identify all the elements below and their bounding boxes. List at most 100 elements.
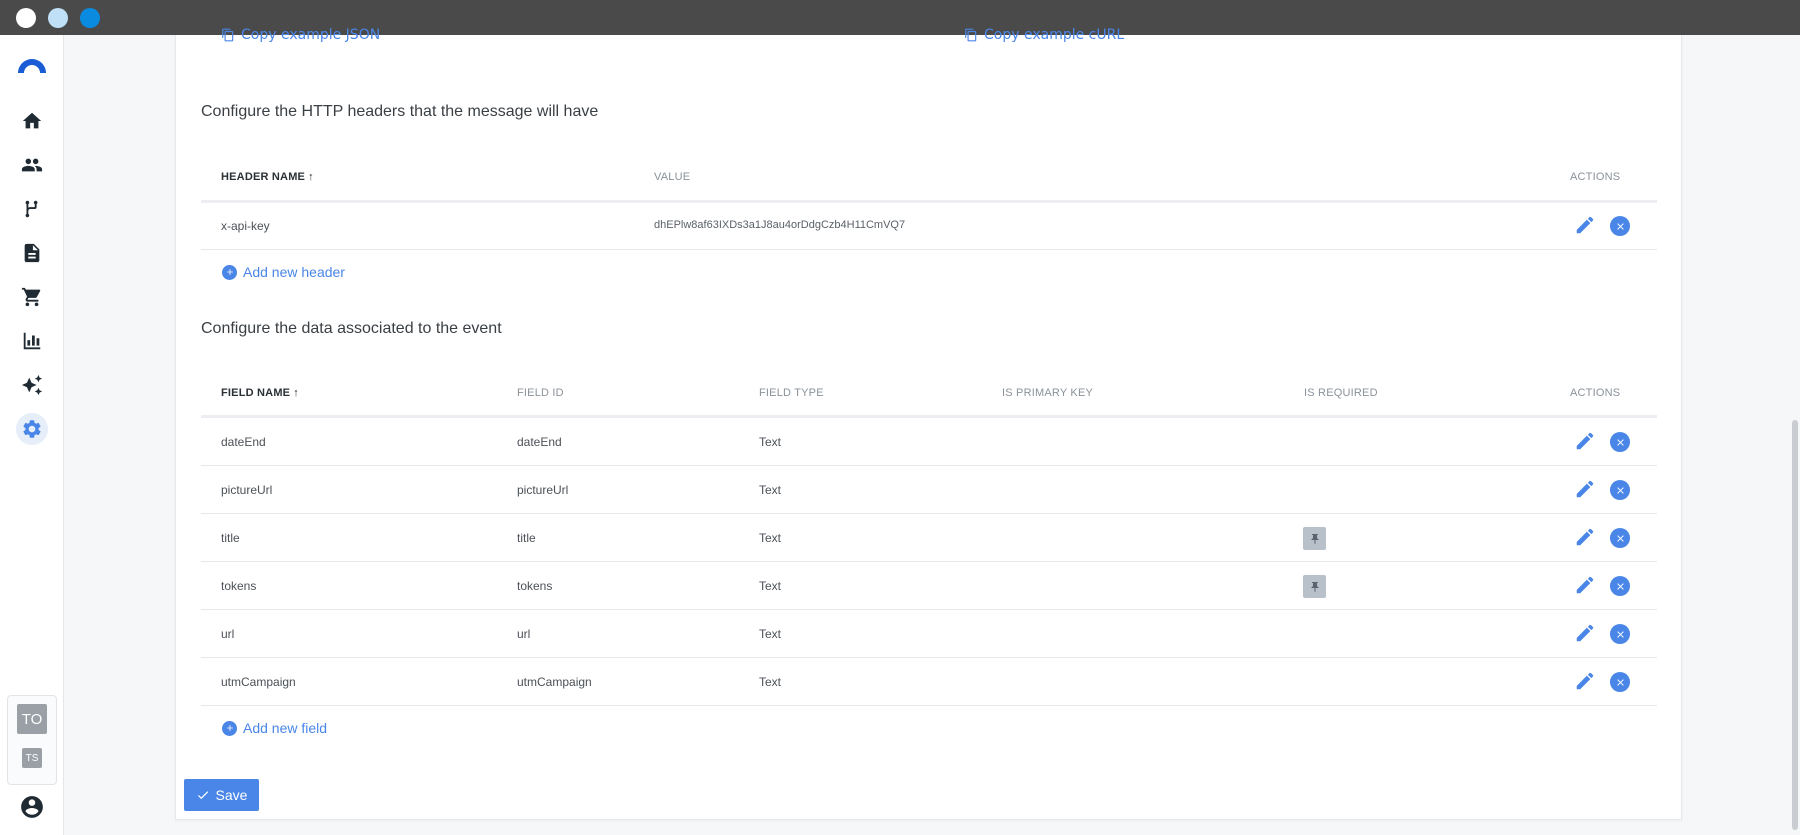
save-button-label: Save [215, 787, 248, 803]
pencil-icon [1576, 576, 1594, 594]
header-actions-column: ACTIONS [1570, 171, 1621, 183]
required-pin-badge[interactable] [1303, 527, 1326, 550]
add-header-label: Add new header [243, 264, 345, 280]
add-circle-icon [222, 720, 237, 736]
delete-field-button[interactable] [1610, 624, 1630, 644]
table-row-divider [201, 513, 1657, 514]
field-row-type: Text [759, 435, 782, 449]
app-logo[interactable] [16, 55, 48, 75]
close-icon [1616, 534, 1624, 542]
copy-icon [222, 28, 234, 42]
delete-header-button[interactable] [1610, 216, 1630, 236]
field-name-column-label: FIELD NAME [221, 387, 291, 399]
header-value-column: VALUE [654, 171, 691, 183]
required-column: IS REQUIRED [1304, 387, 1378, 399]
field-row-id: dateEnd [517, 435, 562, 449]
sidebar-item-people[interactable] [16, 149, 48, 181]
field-row-type: Text [759, 579, 782, 593]
delete-field-button[interactable] [1610, 576, 1630, 596]
headers-row-divider [201, 249, 1657, 250]
headers-section-title: Configure the HTTP headers that the mess… [201, 103, 599, 120]
flow-icon [25, 200, 38, 218]
copy-json-label: Copy example JSON [241, 27, 381, 43]
sidebar-item-analytics[interactable] [16, 325, 48, 357]
close-icon [1616, 486, 1624, 494]
home-icon [22, 112, 42, 129]
save-button[interactable]: Save [184, 779, 259, 811]
pencil-icon [1576, 432, 1594, 450]
webhook-config-card: Copy example JSON Copy example cURL Conf… [175, 27, 1682, 820]
check-icon [197, 791, 208, 800]
field-row-name: dateEnd [221, 435, 266, 449]
window-close-button[interactable] [16, 8, 36, 28]
gear-icon [23, 420, 41, 438]
close-icon [1616, 630, 1624, 638]
header-name-column[interactable]: HEADER NAME ↑ [221, 171, 314, 183]
sort-asc-icon: ↑ [308, 171, 314, 183]
sidebar-item-flows[interactable] [16, 193, 48, 225]
primary-key-column: IS PRIMARY KEY [1002, 387, 1094, 399]
field-type-column: FIELD TYPE [759, 387, 824, 399]
delete-field-button[interactable] [1610, 432, 1630, 452]
field-actions-column: ACTIONS [1570, 387, 1621, 399]
edit-field-button[interactable] [1574, 574, 1598, 598]
header-name-column-label: HEADER NAME [221, 171, 306, 183]
pencil-icon [1576, 216, 1594, 234]
sidebar-item-ai[interactable] [16, 369, 48, 401]
copy-curl-label: Copy example cURL [984, 27, 1125, 43]
field-id-column: FIELD ID [517, 387, 564, 399]
user-account-icon[interactable] [19, 794, 45, 820]
account-primary[interactable]: TO [17, 704, 47, 734]
field-row-name: utmCampaign [221, 675, 296, 689]
people-icon [21, 158, 43, 172]
edit-field-button[interactable] [1574, 430, 1598, 454]
edit-field-button[interactable] [1574, 670, 1598, 694]
add-field-button[interactable]: Add new field [222, 720, 327, 736]
account-secondary[interactable]: TS [22, 748, 42, 768]
copy-curl-link[interactable]: Copy example cURL [964, 27, 1124, 43]
copy-icon [965, 28, 977, 42]
page-scrollbar[interactable] [1792, 420, 1798, 830]
required-pin-badge[interactable] [1303, 575, 1326, 598]
field-name-column[interactable]: FIELD NAME ↑ [221, 387, 299, 399]
pencil-icon [1576, 480, 1594, 498]
close-icon [1616, 582, 1624, 590]
window-maximize-button[interactable] [80, 8, 100, 28]
sidebar-item-documents[interactable] [16, 237, 48, 269]
sidebar-item-settings[interactable] [16, 413, 48, 445]
table-row-divider [201, 561, 1657, 562]
add-circle-icon [222, 264, 237, 280]
edit-field-button[interactable] [1574, 526, 1598, 550]
delete-field-button[interactable] [1610, 672, 1630, 692]
field-row-name: title [221, 531, 240, 545]
header-row-value: dhEPlw8af63IXDs3a1J8au4orDdgCzb4H11CmVQ7 [654, 219, 906, 231]
field-row-type: Text [759, 627, 782, 641]
pin-icon [1311, 581, 1318, 592]
add-header-button[interactable]: Add new header [222, 264, 345, 280]
cart-icon [21, 287, 41, 307]
close-icon [1616, 222, 1624, 230]
edit-field-button[interactable] [1574, 622, 1598, 646]
edit-field-button[interactable] [1574, 478, 1598, 502]
field-row-id: tokens [517, 579, 553, 593]
window-minimize-button[interactable] [48, 8, 68, 28]
table-row-divider [201, 705, 1657, 706]
field-row-type: Text [759, 531, 782, 545]
copy-json-link[interactable]: Copy example JSON [221, 27, 380, 43]
table-row-divider [201, 657, 1657, 658]
sparkle-icon [21, 374, 43, 396]
delete-field-button[interactable] [1610, 480, 1630, 500]
field-row-type: Text [759, 483, 782, 497]
close-icon [1616, 438, 1624, 446]
sidebar-item-home[interactable] [16, 105, 48, 137]
edit-header-button[interactable] [1574, 214, 1598, 238]
table-row-divider [201, 609, 1657, 610]
field-row-name: url [221, 627, 235, 641]
account-switcher: TO TS [7, 695, 57, 785]
sidebar-item-cart[interactable] [16, 281, 48, 313]
headers-table-divider [201, 200, 1657, 203]
delete-field-button[interactable] [1610, 528, 1630, 548]
field-row-name: pictureUrl [221, 483, 273, 497]
pencil-icon [1576, 672, 1594, 690]
field-row-id: title [517, 531, 536, 545]
